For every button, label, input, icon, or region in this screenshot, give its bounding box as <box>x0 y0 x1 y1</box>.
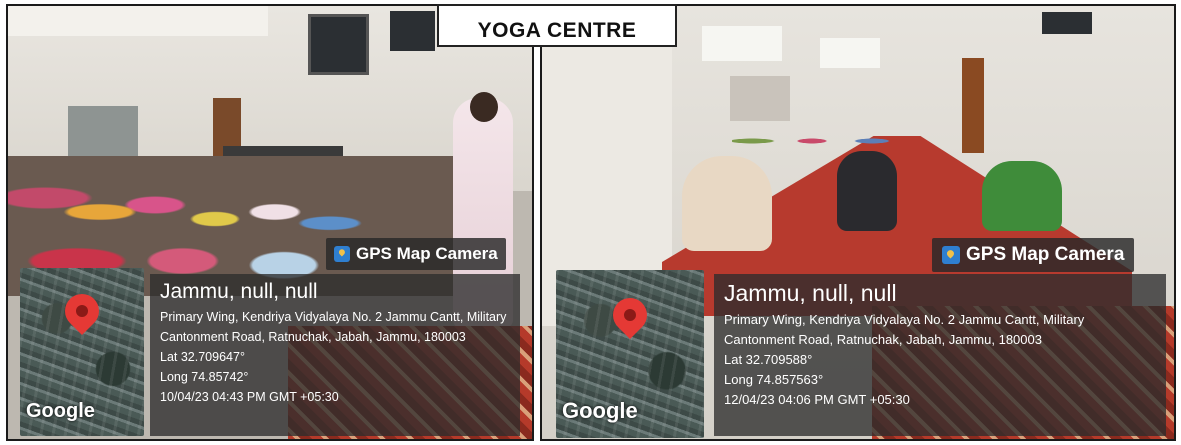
page-title: YOGA CENTRE <box>477 19 637 42</box>
location-title: Jammu, null, null <box>724 280 897 306</box>
google-logo: Google <box>562 398 638 423</box>
photo-left: GPS Map Camera Google Jammu, null, null … <box>6 4 534 441</box>
timestamp: 12/04/23 04:06 PM GMT +05:30 <box>724 392 910 407</box>
address-line-1: Primary Wing, Kendriya Vidyalaya No. 2 J… <box>724 312 1085 327</box>
gps-camera-icon <box>334 246 350 262</box>
google-logo: Google <box>26 400 95 422</box>
latitude: Lat 32.709647° <box>160 350 245 364</box>
longitude: Long 74.85742° <box>160 370 249 384</box>
map-thumbnail-right: Google <box>556 270 704 438</box>
latitude: Lat 32.709588° <box>724 352 813 367</box>
gps-badge-label: GPS Map Camera <box>966 244 1125 265</box>
address-line-2: Cantonment Road, Ratnuchak, Jabah, Jammu… <box>160 330 466 344</box>
timestamp: 10/04/23 04:43 PM GMT +05:30 <box>160 390 339 404</box>
gps-camera-icon <box>942 246 960 264</box>
location-title: Jammu, null, null <box>160 280 318 303</box>
info-panel-left: Jammu, null, null Primary Wing, Kendriya… <box>150 274 520 436</box>
address-line-2: Cantonment Road, Ratnuchak, Jabah, Jammu… <box>724 332 1042 347</box>
map-thumbnail-left: Google <box>20 268 144 436</box>
title-box: YOGA CENTRE <box>437 4 677 47</box>
gps-badge-label: GPS Map Camera <box>356 244 498 263</box>
info-panel-right: Jammu, null, null Primary Wing, Kendriya… <box>714 274 1166 436</box>
photo-right: GPS Map Camera Google Jammu, null, null … <box>540 4 1176 441</box>
location-pin-icon <box>57 286 107 336</box>
address-line-1: Primary Wing, Kendriya Vidyalaya No. 2 J… <box>160 310 507 324</box>
location-pin-icon <box>605 290 655 340</box>
longitude: Long 74.857563° <box>724 372 824 387</box>
gps-badge-right: GPS Map Camera <box>932 238 1135 272</box>
gps-badge-left: GPS Map Camera <box>326 238 506 270</box>
